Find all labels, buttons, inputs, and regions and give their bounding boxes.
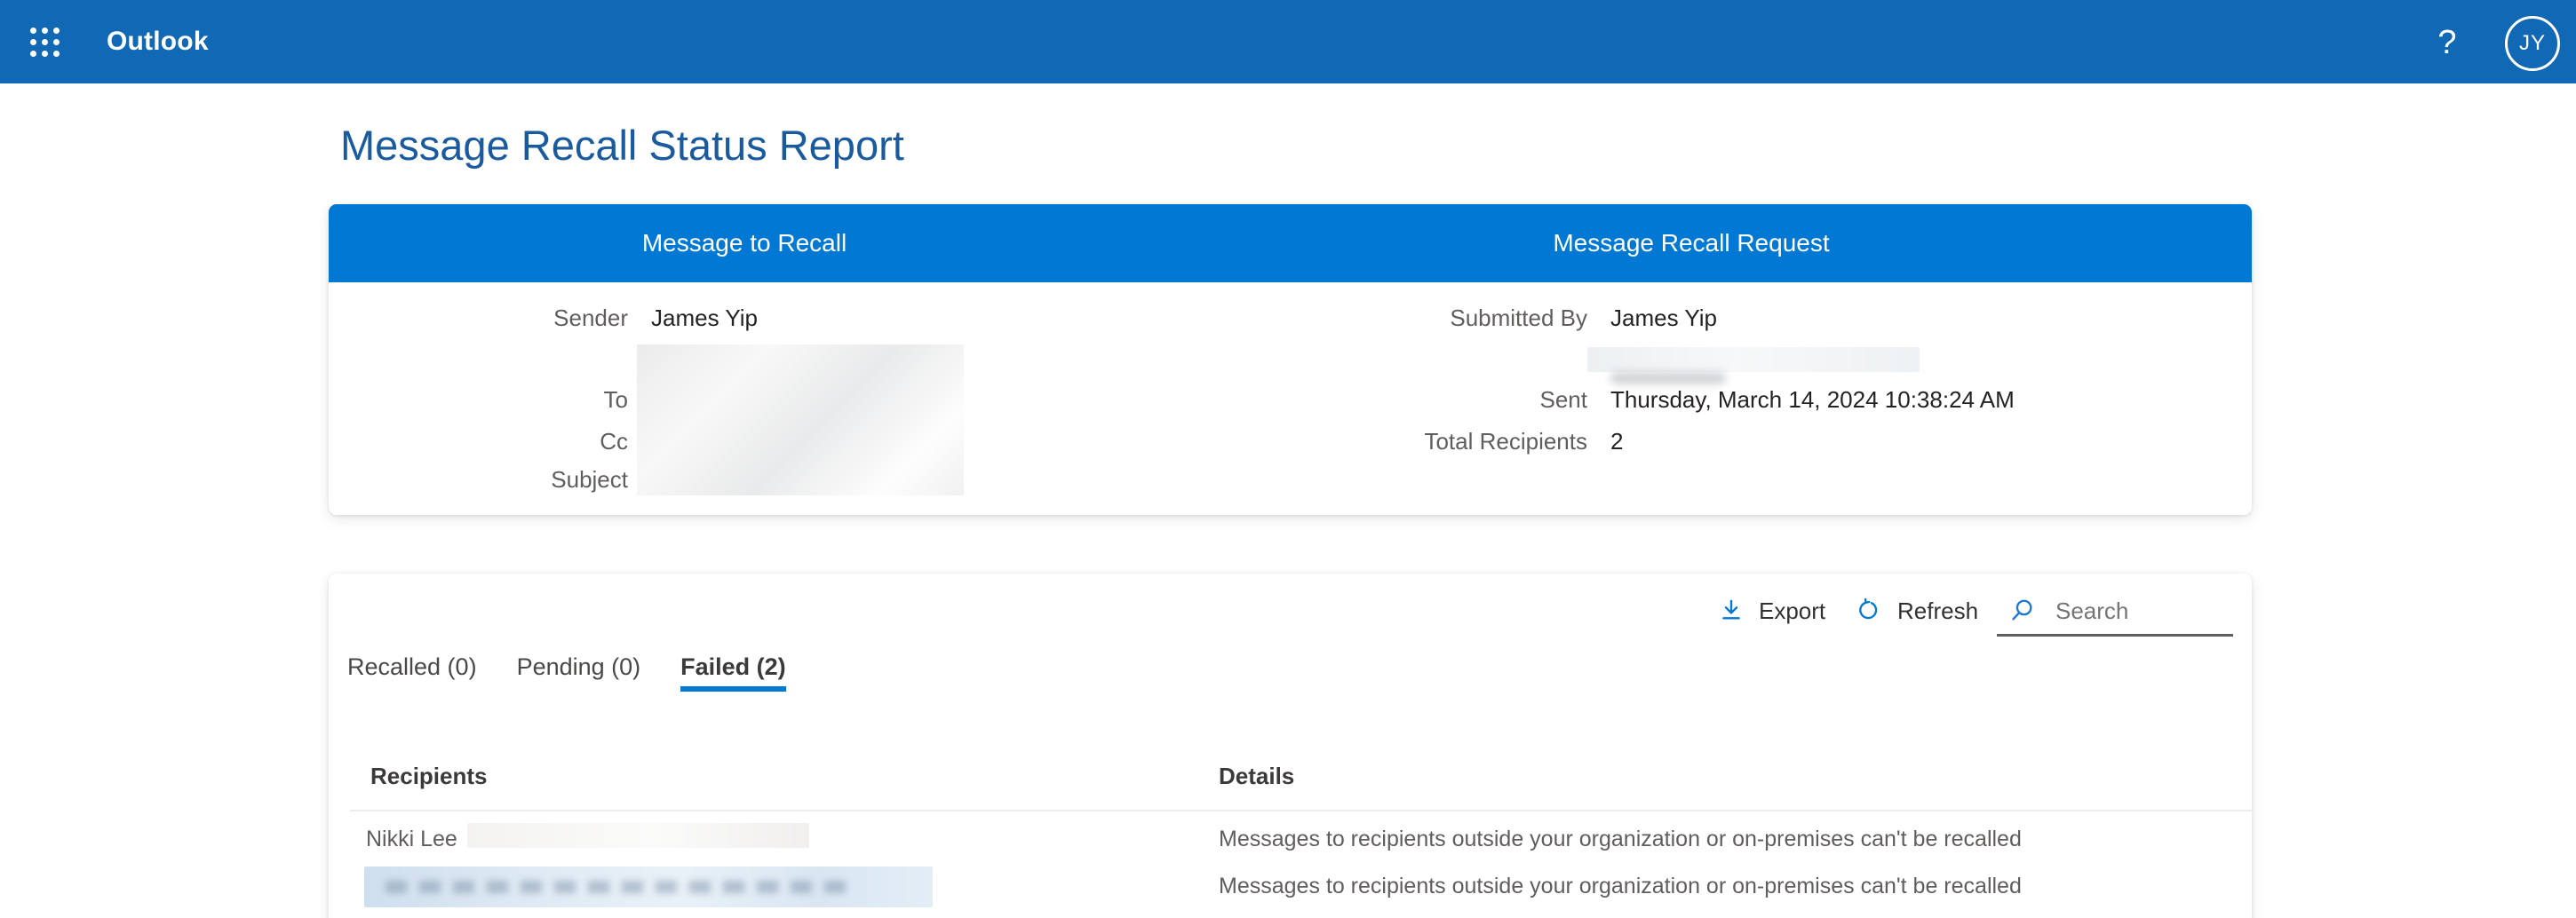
submitted-by-label: Submitted By <box>1285 303 1587 333</box>
recall-summary-card: Message to Recall Message Recall Request… <box>329 204 2252 515</box>
avatar-initials: JY <box>2519 31 2546 56</box>
subject-label: Subject <box>362 464 628 495</box>
redacted-recipient-email <box>364 867 933 907</box>
account-avatar[interactable]: JY <box>2505 16 2560 71</box>
refresh-icon[interactable] <box>1856 597 1880 622</box>
message-to-recall-header: Message to Recall <box>642 204 847 282</box>
redacted-submitter-email <box>1587 347 1920 372</box>
search-input[interactable] <box>2055 595 2233 627</box>
app-launcher-button[interactable] <box>16 13 73 70</box>
submitted-by-value: James Yip <box>1610 303 1717 333</box>
message-recall-status-report-page: Outlook ? JY Message Recall Status Repor… <box>0 0 2576 918</box>
total-recipients-label: Total Recipients <box>1285 426 1587 456</box>
sent-value: Thursday, March 14, 2024 10:38:24 AM <box>1610 384 2015 415</box>
redacted-text-remnant <box>1610 373 1726 384</box>
waffle-icon <box>30 28 60 57</box>
search-underline <box>1997 634 2233 637</box>
details-column-header: Details <box>1219 762 1294 790</box>
cc-label: Cc <box>362 426 628 456</box>
recall-detail-message: Messages to recipients outside your orga… <box>1219 873 2022 899</box>
recipients-column-header: Recipients <box>370 762 488 790</box>
export-button[interactable]: Export <box>1759 597 1825 624</box>
help-icon: ? <box>2437 24 2456 61</box>
status-tabs: Recalled (0) Pending (0) Failed (2) <box>347 653 786 692</box>
table-header-divider <box>350 810 2252 811</box>
total-recipients-value: 2 <box>1610 426 1623 456</box>
help-button[interactable]: ? <box>2422 18 2472 67</box>
recipient-name: Nikki Lee <box>366 826 457 852</box>
tab-recalled[interactable]: Recalled (0) <box>347 653 477 692</box>
tab-failed[interactable]: Failed (2) <box>680 653 786 692</box>
suite-header-bar: Outlook ? JY <box>0 0 2576 83</box>
summary-card-header-band: Message to Recall Message Recall Request <box>329 204 2252 282</box>
sender-value: James Yip <box>651 303 758 333</box>
message-recall-request-header: Message Recall Request <box>1553 204 1829 282</box>
page-title: Message Recall Status Report <box>340 121 904 170</box>
app-wordmark: Outlook <box>107 0 209 83</box>
export-icon[interactable] <box>1719 597 1744 622</box>
redacted-to-cc-subject-values <box>637 344 964 495</box>
sent-label: Sent <box>1285 384 1587 415</box>
redacted-recipient-email <box>467 823 809 848</box>
tab-pending[interactable]: Pending (0) <box>517 653 641 692</box>
recall-results-card: Export Refresh Recalled (0) Pending (0) <box>329 574 2252 918</box>
refresh-button[interactable]: Refresh <box>1897 597 1978 624</box>
recall-detail-message: Messages to recipients outside your orga… <box>1219 826 2022 852</box>
sender-label: Sender <box>362 303 628 333</box>
search-icon <box>2010 597 2035 622</box>
to-label: To <box>362 384 628 415</box>
